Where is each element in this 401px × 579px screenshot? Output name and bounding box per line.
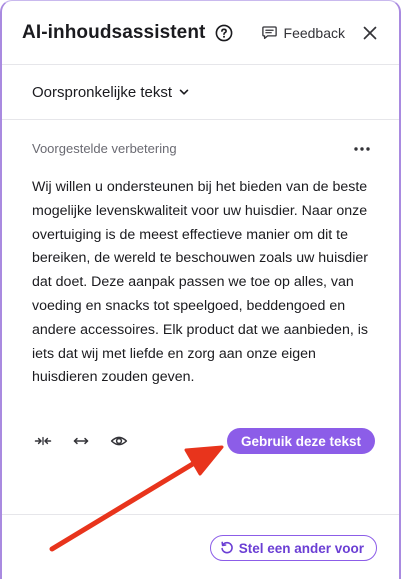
text-source-row: Oorspronkelijke tekst: [2, 65, 399, 120]
feedback-label: Feedback: [283, 24, 345, 41]
panel-title: AI-inhoudsassistent: [22, 21, 206, 43]
refresh-icon: [221, 541, 233, 554]
question-circle-icon[interactable]: [215, 24, 233, 42]
panel-header: AI-inhoudsassistent Feedback: [2, 1, 399, 65]
text-source-dropdown[interactable]: Oorspronkelijke tekst: [32, 84, 190, 101]
suggestion-card: Voorgestelde verbetering Wij willen u on…: [2, 121, 399, 515]
shorten-icon[interactable]: [32, 430, 54, 452]
close-icon[interactable]: [361, 24, 379, 42]
message-icon: [261, 26, 277, 40]
more-horizontal-icon[interactable]: [351, 142, 373, 156]
suggested-text: Wij willen u ondersteunen bij het bieden…: [32, 179, 368, 386]
feedback-button[interactable]: Feedback: [261, 24, 345, 41]
chevron-down-icon: [179, 89, 189, 95]
preview-eye-icon[interactable]: [108, 430, 130, 452]
suggest-another-button[interactable]: Stel een ander voor: [209, 535, 377, 561]
suggest-another-label: Stel een ander voor: [238, 540, 364, 556]
suggestion-header: Voorgestelde verbetering: [32, 141, 370, 156]
use-this-text-button[interactable]: Gebruik deze tekst: [226, 428, 375, 454]
suggestion-label: Voorgestelde verbetering: [32, 141, 177, 156]
ai-assistant-panel: AI-inhoudsassistent Feedback Oorspronkel…: [0, 0, 401, 579]
suggestion-actions: Gebruik deze tekst: [32, 428, 375, 454]
panel-footer: Stel een ander voor: [2, 515, 399, 579]
expand-icon[interactable]: [70, 430, 92, 452]
text-source-selected: Oorspronkelijke tekst: [32, 83, 173, 101]
